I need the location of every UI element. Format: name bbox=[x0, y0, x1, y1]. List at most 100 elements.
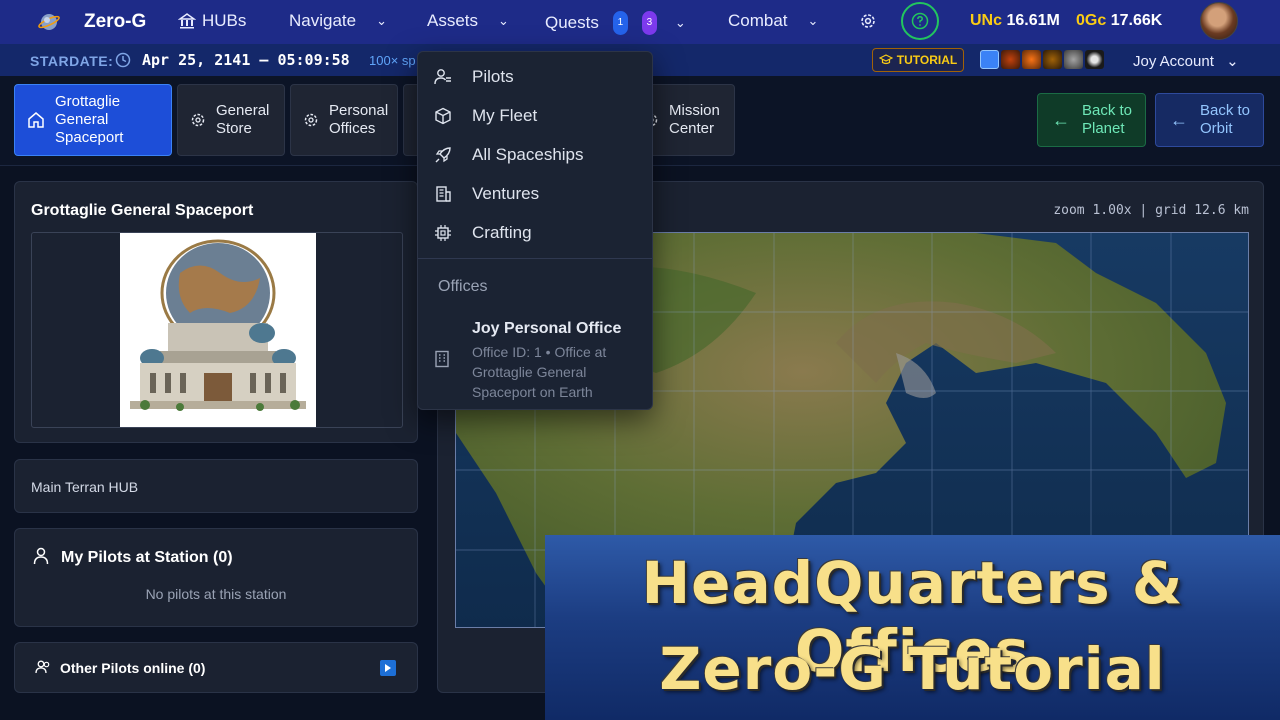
user-avatar[interactable] bbox=[1200, 2, 1238, 40]
account-label: Joy Account bbox=[1133, 53, 1214, 70]
hub-description-card: Main Terran HUB bbox=[14, 459, 418, 513]
back-to-planet-button[interactable]: ← Back to Planet bbox=[1037, 93, 1146, 147]
currency-unc-value: 16.61M bbox=[1006, 12, 1060, 29]
menu-divider bbox=[418, 258, 652, 259]
nav-quests-label: Quests bbox=[545, 13, 599, 32]
nav-combat[interactable]: Combat ⌄ bbox=[728, 11, 818, 31]
cube-icon bbox=[435, 107, 451, 125]
menu-item-ventures[interactable]: Ventures bbox=[418, 176, 652, 212]
menu-section-offices: Offices bbox=[438, 278, 488, 295]
spaceport-image-frame bbox=[31, 232, 403, 428]
quests-badge-active: 1 bbox=[612, 11, 628, 35]
logo-icon[interactable] bbox=[38, 11, 60, 33]
nav-quests[interactable]: Quests 1 3 ⌄ bbox=[545, 11, 686, 35]
chip-icon bbox=[435, 225, 451, 241]
my-pilots-card: My Pilots at Station (0) No pilots at th… bbox=[14, 528, 418, 627]
warning-status-icon[interactable] bbox=[1022, 50, 1041, 69]
nav-combat-label: Combat bbox=[728, 11, 788, 30]
currency-0gc-name: 0Gc bbox=[1076, 12, 1107, 29]
tutorial-button[interactable]: TUTORIAL bbox=[872, 48, 964, 72]
home-icon bbox=[28, 112, 44, 128]
stardate-value: Apr 25, 2141 — 05:09:58 bbox=[142, 51, 350, 69]
account-menu[interactable]: Joy Account ⌄ bbox=[1133, 52, 1239, 70]
chevron-down-icon: ⌄ bbox=[498, 13, 509, 28]
quests-badge-available: 3 bbox=[641, 11, 657, 35]
bank-icon bbox=[178, 13, 196, 29]
gear-icon bbox=[304, 113, 318, 127]
chevron-down-icon: ⌄ bbox=[376, 13, 388, 28]
stardate-label: STARDATE: bbox=[30, 53, 114, 69]
menu-item-crafting-label: Crafting bbox=[472, 223, 532, 242]
gear-icon bbox=[191, 113, 205, 127]
tutorial-label: TUTORIAL bbox=[896, 53, 958, 67]
star-status-icon[interactable] bbox=[1085, 50, 1104, 69]
user-icon bbox=[33, 547, 49, 565]
my-pilots-empty-message: No pilots at this station bbox=[145, 586, 287, 602]
my-pilots-title: My Pilots at Station (0) bbox=[61, 549, 233, 566]
tab-personal-offices[interactable]: Personal Offices bbox=[290, 84, 398, 156]
currency-unc-name: UNc bbox=[970, 12, 1003, 29]
nav-assets-label: Assets bbox=[427, 11, 479, 30]
tutorial-title-banner: HeadQuarters & Offices Zero-G Tutorial bbox=[545, 535, 1280, 720]
menu-item-office[interactable]: Joy Personal Office Office ID: 1 • Offic… bbox=[418, 318, 652, 402]
nav-navigate[interactable]: Navigate ⌄ bbox=[289, 11, 387, 31]
office-building-icon bbox=[435, 350, 449, 368]
time-speed[interactable]: 100× sp bbox=[369, 53, 416, 68]
shield-status-icon[interactable] bbox=[980, 50, 999, 69]
tab-personal-offices-label: Personal Offices bbox=[329, 102, 389, 137]
spaceport-image bbox=[120, 233, 316, 427]
nav-hubs[interactable]: HUBs bbox=[178, 11, 246, 31]
currency-0gc-value: 17.66K bbox=[1110, 12, 1163, 29]
play-icon bbox=[385, 664, 391, 672]
chevron-down-icon: ⌄ bbox=[674, 15, 686, 30]
pilot-icon bbox=[434, 69, 451, 85]
currency-0gc: 0Gc 17.66K bbox=[1076, 12, 1162, 30]
nav-hubs-label: HUBs bbox=[202, 11, 247, 30]
building-icon bbox=[436, 186, 451, 202]
menu-item-all-spaceships-label: All Spaceships bbox=[472, 145, 584, 164]
menu-item-pilots-label: Pilots bbox=[472, 67, 514, 86]
back-to-orbit-button[interactable]: ← Back to Orbit bbox=[1155, 93, 1264, 147]
menu-item-pilots[interactable]: Pilots bbox=[418, 59, 652, 95]
other-pilots-card[interactable]: Other Pilots online (0) bbox=[14, 642, 418, 693]
office-name: Joy Personal Office bbox=[472, 320, 622, 337]
chevron-down-icon: ⌄ bbox=[1226, 53, 1239, 70]
ring-status-icon[interactable] bbox=[1043, 50, 1062, 69]
other-pilots-title: Other Pilots online (0) bbox=[60, 660, 206, 676]
orb-status-icon[interactable] bbox=[1001, 50, 1020, 69]
arrow-left-icon: ← bbox=[1170, 110, 1188, 130]
graduation-cap-icon bbox=[878, 54, 893, 65]
back-to-orbit-label: Back to Orbit bbox=[1200, 102, 1251, 137]
arrow-left-icon: ← bbox=[1052, 110, 1070, 130]
clock-icon bbox=[115, 52, 131, 68]
tab-spaceport[interactable]: Grottaglie General Spaceport bbox=[14, 84, 172, 156]
hub-description: Main Terran HUB bbox=[31, 479, 139, 495]
menu-item-my-fleet[interactable]: My Fleet bbox=[418, 98, 652, 134]
question-icon bbox=[911, 12, 929, 30]
assets-dropdown-menu: Pilots My Fleet All Spaceships Ventures … bbox=[417, 51, 653, 410]
help-button[interactable] bbox=[901, 2, 939, 40]
top-navbar: Zero-G HUBs Navigate ⌄ Assets ⌄ Quests 1… bbox=[0, 0, 1280, 44]
tab-mission-center-label: Mission Center bbox=[669, 102, 720, 137]
map-zoom-grid-readout: zoom 1.00x | grid 12.6 km bbox=[1053, 203, 1249, 218]
status-icon-strip bbox=[980, 50, 1104, 69]
nav-assets[interactable]: Assets ⌄ bbox=[427, 11, 509, 31]
banner-subtitle: Zero-G Tutorial bbox=[659, 635, 1166, 703]
brand-name[interactable]: Zero-G bbox=[84, 11, 146, 33]
expand-play-button[interactable] bbox=[380, 660, 396, 676]
spaceport-card: Grottaglie General Spaceport bbox=[14, 181, 418, 443]
nav-navigate-label: Navigate bbox=[289, 11, 357, 30]
back-to-planet-label: Back to Planet bbox=[1082, 102, 1133, 137]
menu-item-my-fleet-label: My Fleet bbox=[472, 106, 538, 125]
menu-item-ventures-label: Ventures bbox=[472, 184, 540, 203]
tab-spaceport-label: Grottaglie General Spaceport bbox=[55, 93, 124, 146]
rocket-icon bbox=[435, 147, 451, 163]
menu-item-crafting[interactable]: Crafting bbox=[418, 215, 652, 251]
tab-general-store[interactable]: General Store bbox=[177, 84, 285, 156]
tab-general-store-label: General Store bbox=[216, 102, 270, 137]
users-icon bbox=[35, 660, 50, 674]
spaceport-title: Grottaglie General Spaceport bbox=[31, 202, 254, 219]
settings-gear-icon[interactable] bbox=[858, 11, 878, 31]
planet-status-icon[interactable] bbox=[1064, 50, 1083, 69]
menu-item-all-spaceships[interactable]: All Spaceships bbox=[418, 137, 652, 173]
